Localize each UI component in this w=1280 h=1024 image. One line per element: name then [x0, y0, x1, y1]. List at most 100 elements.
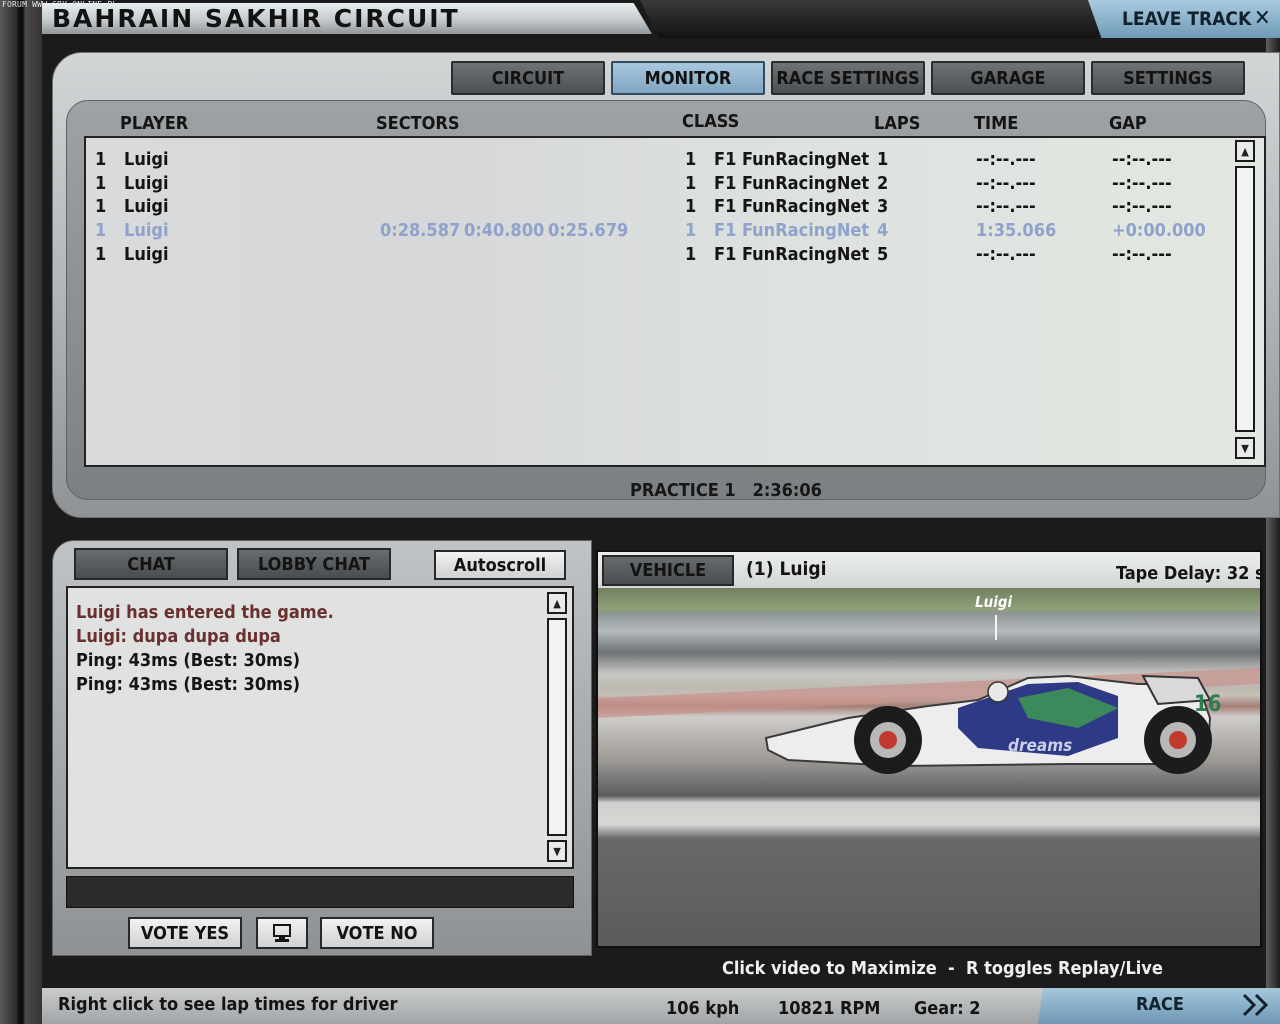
player-name: Luigi	[124, 196, 169, 217]
video-feed[interactable]: Luigi 16 dreams	[598, 588, 1260, 946]
close-x-icon[interactable]: ✕	[1254, 6, 1271, 31]
lap-time: --:--.---	[976, 244, 1036, 265]
gap: --:--.---	[1112, 173, 1172, 194]
gap: --:--.---	[1112, 196, 1172, 217]
lap-number: 5	[877, 244, 889, 265]
column-header-gap[interactable]: GAP	[1109, 113, 1147, 134]
top-bar-spacer	[640, 0, 1110, 38]
chat-log: Luigi has entered the game. Luigi: dupa …	[66, 586, 574, 869]
class-name: F1 FunRacingNet	[714, 173, 870, 194]
tab-settings[interactable]: SETTINGS	[1091, 61, 1245, 95]
tab-label: CIRCUIT	[491, 67, 565, 89]
class-number: 1	[685, 149, 697, 170]
race-button-label[interactable]: RACE	[1136, 994, 1184, 1015]
vehicle-tab-label: VEHICLE	[629, 560, 707, 581]
position: 1	[95, 244, 107, 265]
player-name: Luigi	[124, 244, 169, 265]
table-scrollbar[interactable]	[1235, 166, 1255, 432]
car-number: 16	[1194, 692, 1222, 717]
column-header-player[interactable]: PLAYER	[120, 113, 188, 134]
column-header-class[interactable]: CLASS	[682, 111, 739, 132]
lap-number: 1	[877, 149, 889, 170]
car-sponsor: dreams	[1008, 736, 1073, 756]
rpm-readout: 10821 RPM	[778, 998, 881, 1019]
scroll-down-button[interactable]: ▼	[1235, 437, 1255, 459]
tab-label: RACE SETTINGS	[776, 67, 920, 89]
gear-readout: Gear: 2	[914, 998, 981, 1019]
tab-label: GARAGE	[970, 67, 1046, 89]
session-time: 2:36:06	[752, 480, 822, 501]
chat-scroll-up-button[interactable]: ▲	[547, 592, 567, 614]
table-row[interactable]: 1 Luigi 1 F1 FunRacingNet 1 --:--.--- --…	[86, 149, 1226, 173]
autoscroll-label: Autoscroll	[453, 554, 547, 576]
tab-garage[interactable]: GARAGE	[931, 61, 1085, 95]
class-name: F1 FunRacingNet	[714, 149, 870, 170]
column-header-time[interactable]: TIME	[974, 113, 1018, 134]
table-row[interactable]: 1 Luigi 1 F1 FunRacingNet 3 --:--.--- --…	[86, 196, 1226, 220]
lap-time: 1:35.066	[976, 220, 1057, 241]
lap-time: --:--.---	[976, 173, 1036, 194]
chat-message: Luigi: dupa dupa dupa	[76, 626, 281, 647]
vote-yes-button[interactable]: VOTE YES	[128, 917, 242, 949]
column-header-laps[interactable]: LAPS	[874, 113, 920, 134]
class-number: 1	[685, 220, 697, 241]
class-name: F1 FunRacingNet	[714, 220, 870, 241]
vehicle-tab[interactable]: VEHICLE	[602, 555, 734, 586]
speed-readout: 106 kph	[666, 998, 740, 1019]
chat-input[interactable]	[66, 876, 574, 908]
sector-2-time: 0:40.800	[464, 220, 545, 241]
chat-message: Ping: 43ms (Best: 30ms)	[76, 650, 301, 671]
sector-1-time: 0:28.587	[380, 220, 461, 241]
table-row[interactable]: 1 Luigi 1 F1 FunRacingNet 2 --:--.--- --…	[86, 173, 1226, 197]
table-row[interactable]: 1 Luigi 1 F1 FunRacingNet 5 --:--.--- --…	[86, 244, 1226, 268]
double-chevron-right-icon[interactable]	[1240, 990, 1274, 1024]
leave-track-label[interactable]: LEAVE TRACK	[1122, 8, 1251, 30]
vote-monitor-button[interactable]	[256, 917, 308, 949]
position: 1	[95, 196, 107, 217]
class-name: F1 FunRacingNet	[714, 244, 870, 265]
tab-label: MONITOR	[644, 67, 732, 89]
session-info: PRACTICE 1 2:36:06	[630, 480, 822, 501]
player-name: Luigi	[124, 173, 169, 194]
gap: +0:00.000	[1112, 220, 1206, 241]
table-row-selected[interactable]: 1 Luigi 0:28.587 0:40.800 0:25.679 1 F1 …	[86, 220, 1226, 244]
vehicle-driver: (1) Luigi	[746, 558, 827, 580]
lap-number: 3	[877, 196, 889, 217]
chat-scroll-down-button[interactable]: ▼	[547, 840, 567, 862]
tape-delay: Tape Delay: 32 s	[1116, 563, 1265, 584]
session-name: PRACTICE 1	[630, 480, 736, 501]
track-title: BAHRAIN SAKHIR CIRCUIT	[52, 4, 460, 33]
timing-table: 1 Luigi 1 F1 FunRacingNet 1 --:--.--- --…	[84, 136, 1266, 467]
tab-circuit[interactable]: CIRCUIT	[451, 61, 605, 95]
lap-time: --:--.---	[976, 196, 1036, 217]
tab-label: SETTINGS	[1123, 67, 1213, 89]
position: 1	[95, 173, 107, 194]
lap-number: 4	[877, 220, 889, 241]
lap-time: --:--.---	[976, 149, 1036, 170]
autoscroll-toggle[interactable]: Autoscroll	[434, 550, 566, 580]
gap: --:--.---	[1112, 149, 1172, 170]
chat-message: Luigi has entered the game.	[76, 602, 334, 623]
tab-monitor[interactable]: MONITOR	[611, 61, 765, 95]
player-name: Luigi	[124, 149, 169, 170]
player-name: Luigi	[124, 220, 169, 241]
tab-lobby-chat[interactable]: LOBBY CHAT	[237, 548, 391, 580]
scroll-up-button[interactable]: ▲	[1235, 140, 1255, 162]
vote-no-button[interactable]: VOTE NO	[320, 917, 434, 949]
left-frame	[0, 0, 42, 1024]
vote-yes-label: VOTE YES	[140, 922, 230, 944]
position: 1	[95, 220, 107, 241]
class-number: 1	[685, 196, 697, 217]
tab-chat[interactable]: CHAT	[74, 548, 228, 580]
chat-scrollbar[interactable]	[547, 618, 567, 836]
tab-race-settings[interactable]: RACE SETTINGS	[771, 61, 925, 95]
column-header-sectors[interactable]: SECTORS	[376, 113, 460, 134]
class-number: 1	[685, 173, 697, 194]
video-caption: Click video to Maximize - R toggles Repl…	[722, 958, 1163, 979]
gap: --:--.---	[1112, 244, 1172, 265]
video-driver-tag: Luigi	[975, 593, 1013, 611]
race-car-image	[598, 615, 1260, 774]
vote-no-label: VOTE NO	[336, 922, 418, 944]
status-hint: Right click to see lap times for driver	[58, 994, 398, 1015]
chat-message: Ping: 43ms (Best: 30ms)	[76, 674, 301, 695]
